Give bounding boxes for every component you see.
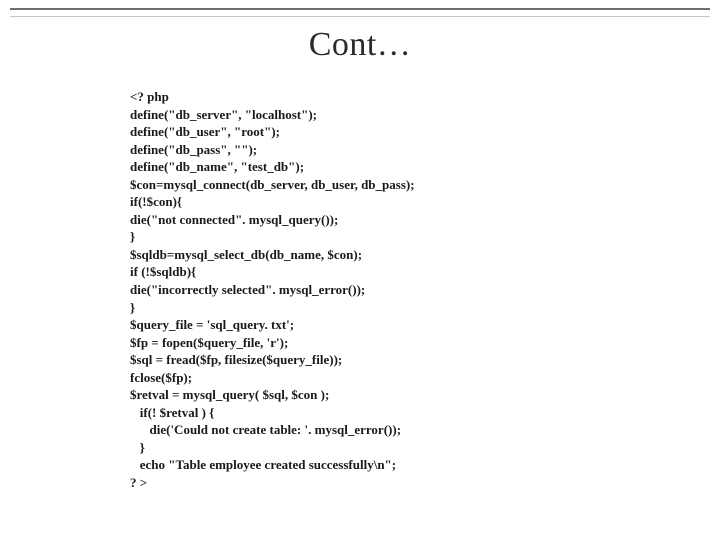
slide-title: Cont…: [0, 26, 720, 64]
slide: Cont… <? php define("db_server", "localh…: [0, 0, 720, 540]
top-divider: [10, 8, 710, 17]
code-block: <? php define("db_server", "localhost");…: [130, 88, 600, 492]
